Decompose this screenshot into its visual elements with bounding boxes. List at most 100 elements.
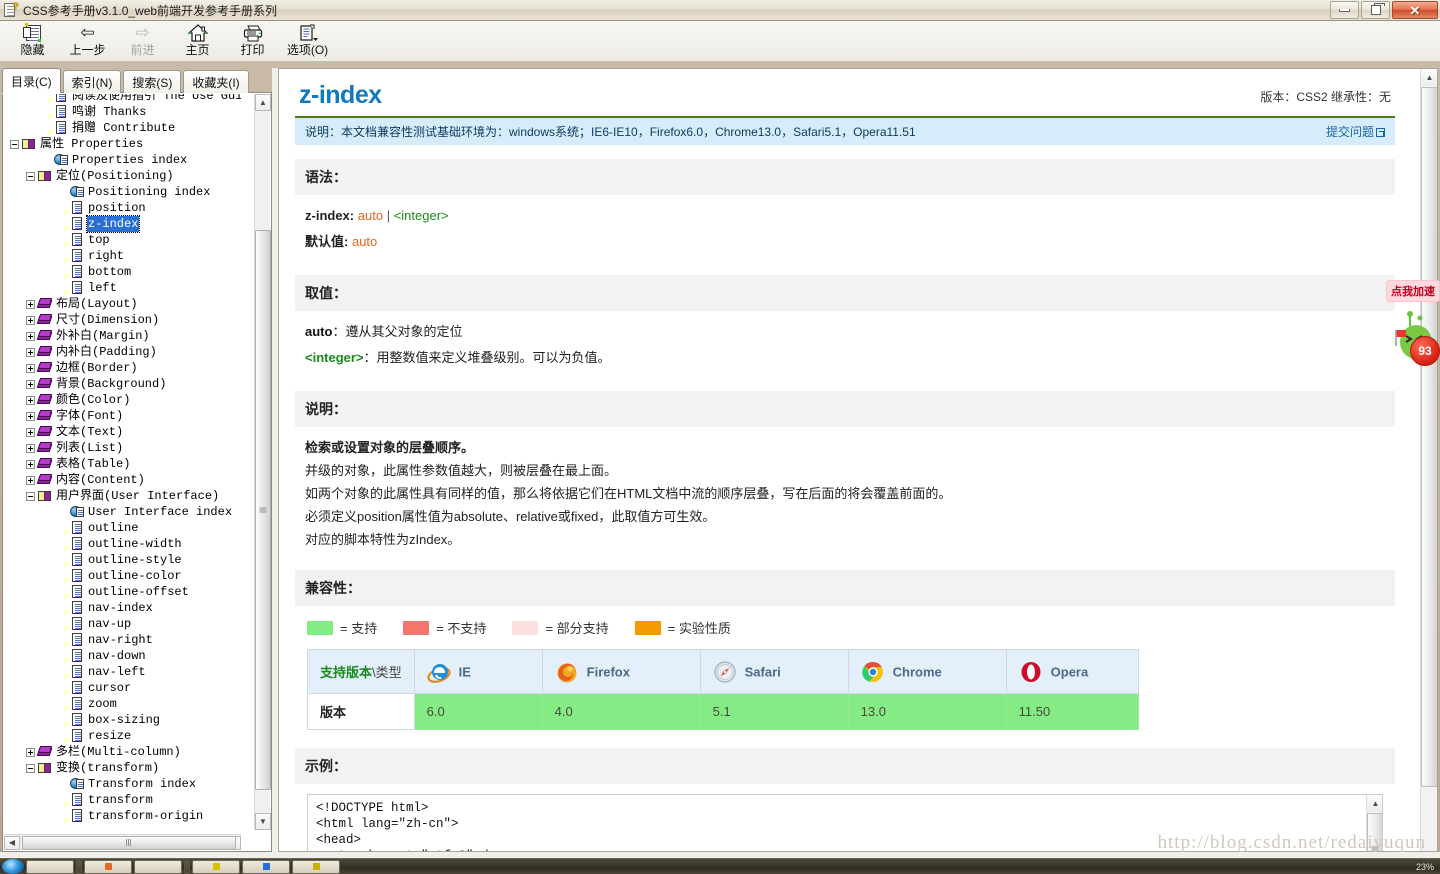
tree-node[interactable]: outline: [4, 520, 241, 536]
tree-node[interactable]: 布局(Layout): [4, 296, 241, 312]
tree-node[interactable]: transform: [4, 792, 241, 808]
taskbar-item[interactable]: [242, 859, 290, 874]
tab-contents[interactable]: 目录(C): [2, 68, 61, 93]
tree-node[interactable]: bottom: [4, 264, 241, 280]
start-button[interactable]: [2, 859, 24, 874]
tree-node[interactable]: 阅读及使用指引 The Use Guide: [4, 94, 241, 104]
tree-node[interactable]: nav-right: [4, 632, 241, 648]
ad-score-badge[interactable]: 93: [1410, 336, 1440, 366]
tab-search[interactable]: 搜索(S): [123, 70, 182, 93]
tree-node[interactable]: cursor: [4, 680, 241, 696]
taskbar-item[interactable]: [292, 859, 340, 874]
tree-node[interactable]: 内补白(Padding): [4, 344, 241, 360]
expand-toggle-icon[interactable]: [26, 363, 35, 373]
tree-scroll-left-button[interactable]: ◀: [4, 835, 20, 850]
toolbar-button-forward[interactable]: ⇨ 前进: [115, 21, 170, 61]
tree-node[interactable]: box-sizing: [4, 712, 241, 728]
tree-node[interactable]: 捐赠 Contribute: [4, 120, 241, 136]
tree-node[interactable]: 用户界面(User Interface): [4, 488, 241, 504]
floating-ad-widget[interactable]: 点我加速 93: [1380, 280, 1440, 390]
toolbar-button-hide[interactable]: 隐藏: [5, 21, 60, 61]
tree-node[interactable]: 背景(Background): [4, 376, 241, 392]
tree-node[interactable]: 变换(transform): [4, 760, 241, 776]
submit-issue-link[interactable]: 提交问题: [1326, 123, 1385, 140]
tree-node[interactable]: nav-index: [4, 600, 241, 616]
expand-toggle-icon[interactable]: [26, 459, 35, 469]
expand-toggle-icon[interactable]: [26, 299, 35, 309]
tree-node[interactable]: 字体(Font): [4, 408, 241, 424]
tab-index[interactable]: 索引(N): [62, 70, 122, 93]
close-button[interactable]: ✕: [1392, 1, 1438, 19]
tree-node[interactable]: Positioning index: [4, 184, 241, 200]
collapse-toggle-icon[interactable]: [10, 139, 19, 149]
collapse-toggle-icon[interactable]: [26, 171, 35, 181]
tree-node[interactable]: 边框(Border): [4, 360, 241, 376]
tree-node[interactable]: Properties index: [4, 152, 241, 168]
tree-node[interactable]: 颜色(Color): [4, 392, 241, 408]
document-scroll-up-button[interactable]: ▲: [1421, 69, 1437, 86]
tree-scroll-down-button[interactable]: ▼: [255, 813, 271, 830]
expand-toggle-icon[interactable]: [26, 443, 35, 453]
tree-node[interactable]: outline-style: [4, 552, 241, 568]
tab-favorites[interactable]: 收藏夹(I): [183, 70, 249, 93]
tree-node[interactable]: nav-up: [4, 616, 241, 632]
tree-node[interactable]: User Interface index: [4, 504, 241, 520]
tree-node[interactable]: 文本(Text): [4, 424, 241, 440]
tree-scroll-up-button[interactable]: ▲: [255, 94, 271, 111]
taskbar-item[interactable]: [26, 859, 74, 874]
document-scroll-thumb[interactable]: [1421, 87, 1437, 787]
tree-node[interactable]: 属性 Properties: [4, 136, 241, 152]
expand-toggle-icon[interactable]: [26, 379, 35, 389]
code-scroll-up-button[interactable]: ▲: [1367, 795, 1382, 812]
tree-node[interactable]: resize: [4, 728, 241, 744]
tree-node[interactable]: 列表(List): [4, 440, 241, 456]
taskbar-item[interactable]: [192, 859, 240, 874]
tree-node[interactable]: zoom: [4, 696, 241, 712]
tree-node[interactable]: 表格(Table): [4, 456, 241, 472]
tree-node[interactable]: 多栏(Multi-column): [4, 744, 241, 760]
tree-node[interactable]: outline-width: [4, 536, 241, 552]
tree-node[interactable]: left: [4, 280, 241, 296]
tree-scroll-viewport[interactable]: 阅读及使用指引 The Use Guide 鸣谢 Thanks 捐赠 Contrib…: [4, 94, 241, 830]
tree-node[interactable]: 内容(Content): [4, 472, 241, 488]
tree-hscroll-thumb[interactable]: [22, 835, 236, 850]
tree-node[interactable]: position: [4, 200, 241, 216]
tree-scroll-thumb[interactable]: [255, 230, 271, 790]
collapse-toggle-icon[interactable]: [26, 491, 35, 501]
taskbar-item[interactable]: [84, 859, 132, 874]
toggle-spacer: [58, 572, 67, 581]
expand-toggle-icon[interactable]: [26, 347, 35, 357]
tree-node[interactable]: outline-offset: [4, 584, 241, 600]
taskbar-item[interactable]: [134, 859, 182, 874]
tree-node[interactable]: 鸣谢 Thanks: [4, 104, 241, 120]
tree-vertical-scrollbar[interactable]: ▲ ▼: [254, 94, 271, 830]
toolbar-button-print[interactable]: 打印: [225, 21, 280, 61]
tree-node[interactable]: nav-down: [4, 648, 241, 664]
expand-toggle-icon[interactable]: [26, 395, 35, 405]
toolbar-button-back[interactable]: ⇦ 上一步: [60, 21, 115, 61]
toolbar-button-home[interactable]: 主页: [170, 21, 225, 61]
tree-node[interactable]: outline-color: [4, 568, 241, 584]
tree-node[interactable]: 定位(Positioning): [4, 168, 241, 184]
ad-bubble-label[interactable]: 点我加速: [1386, 280, 1440, 302]
tree-node[interactable]: 外补白(Margin): [4, 328, 241, 344]
toolbar-button-options[interactable]: 选项(O): [280, 21, 335, 61]
restore-button[interactable]: [1361, 1, 1390, 19]
expand-toggle-icon[interactable]: [26, 331, 35, 341]
expand-toggle-icon[interactable]: [26, 747, 35, 757]
expand-toggle-icon[interactable]: [26, 315, 35, 325]
expand-toggle-icon[interactable]: [26, 475, 35, 485]
tree-node[interactable]: transform-origin: [4, 808, 241, 824]
tree-node[interactable]: Transform index: [4, 776, 241, 792]
tree-node[interactable]: top: [4, 232, 241, 248]
expand-toggle-icon[interactable]: [26, 427, 35, 437]
tree-node[interactable]: right: [4, 248, 241, 264]
minimize-button[interactable]: [1330, 1, 1359, 19]
tree-node[interactable]: nav-left: [4, 664, 241, 680]
tree-node[interactable]: 尺寸(Dimension): [4, 312, 241, 328]
tree-horizontal-scrollbar[interactable]: ◀ ▶: [4, 834, 241, 850]
tree-node-selected[interactable]: z-index: [4, 215, 241, 233]
collapse-toggle-icon[interactable]: [26, 763, 35, 773]
document-vertical-scrollbar[interactable]: ▲: [1420, 69, 1437, 851]
expand-toggle-icon[interactable]: [26, 411, 35, 421]
